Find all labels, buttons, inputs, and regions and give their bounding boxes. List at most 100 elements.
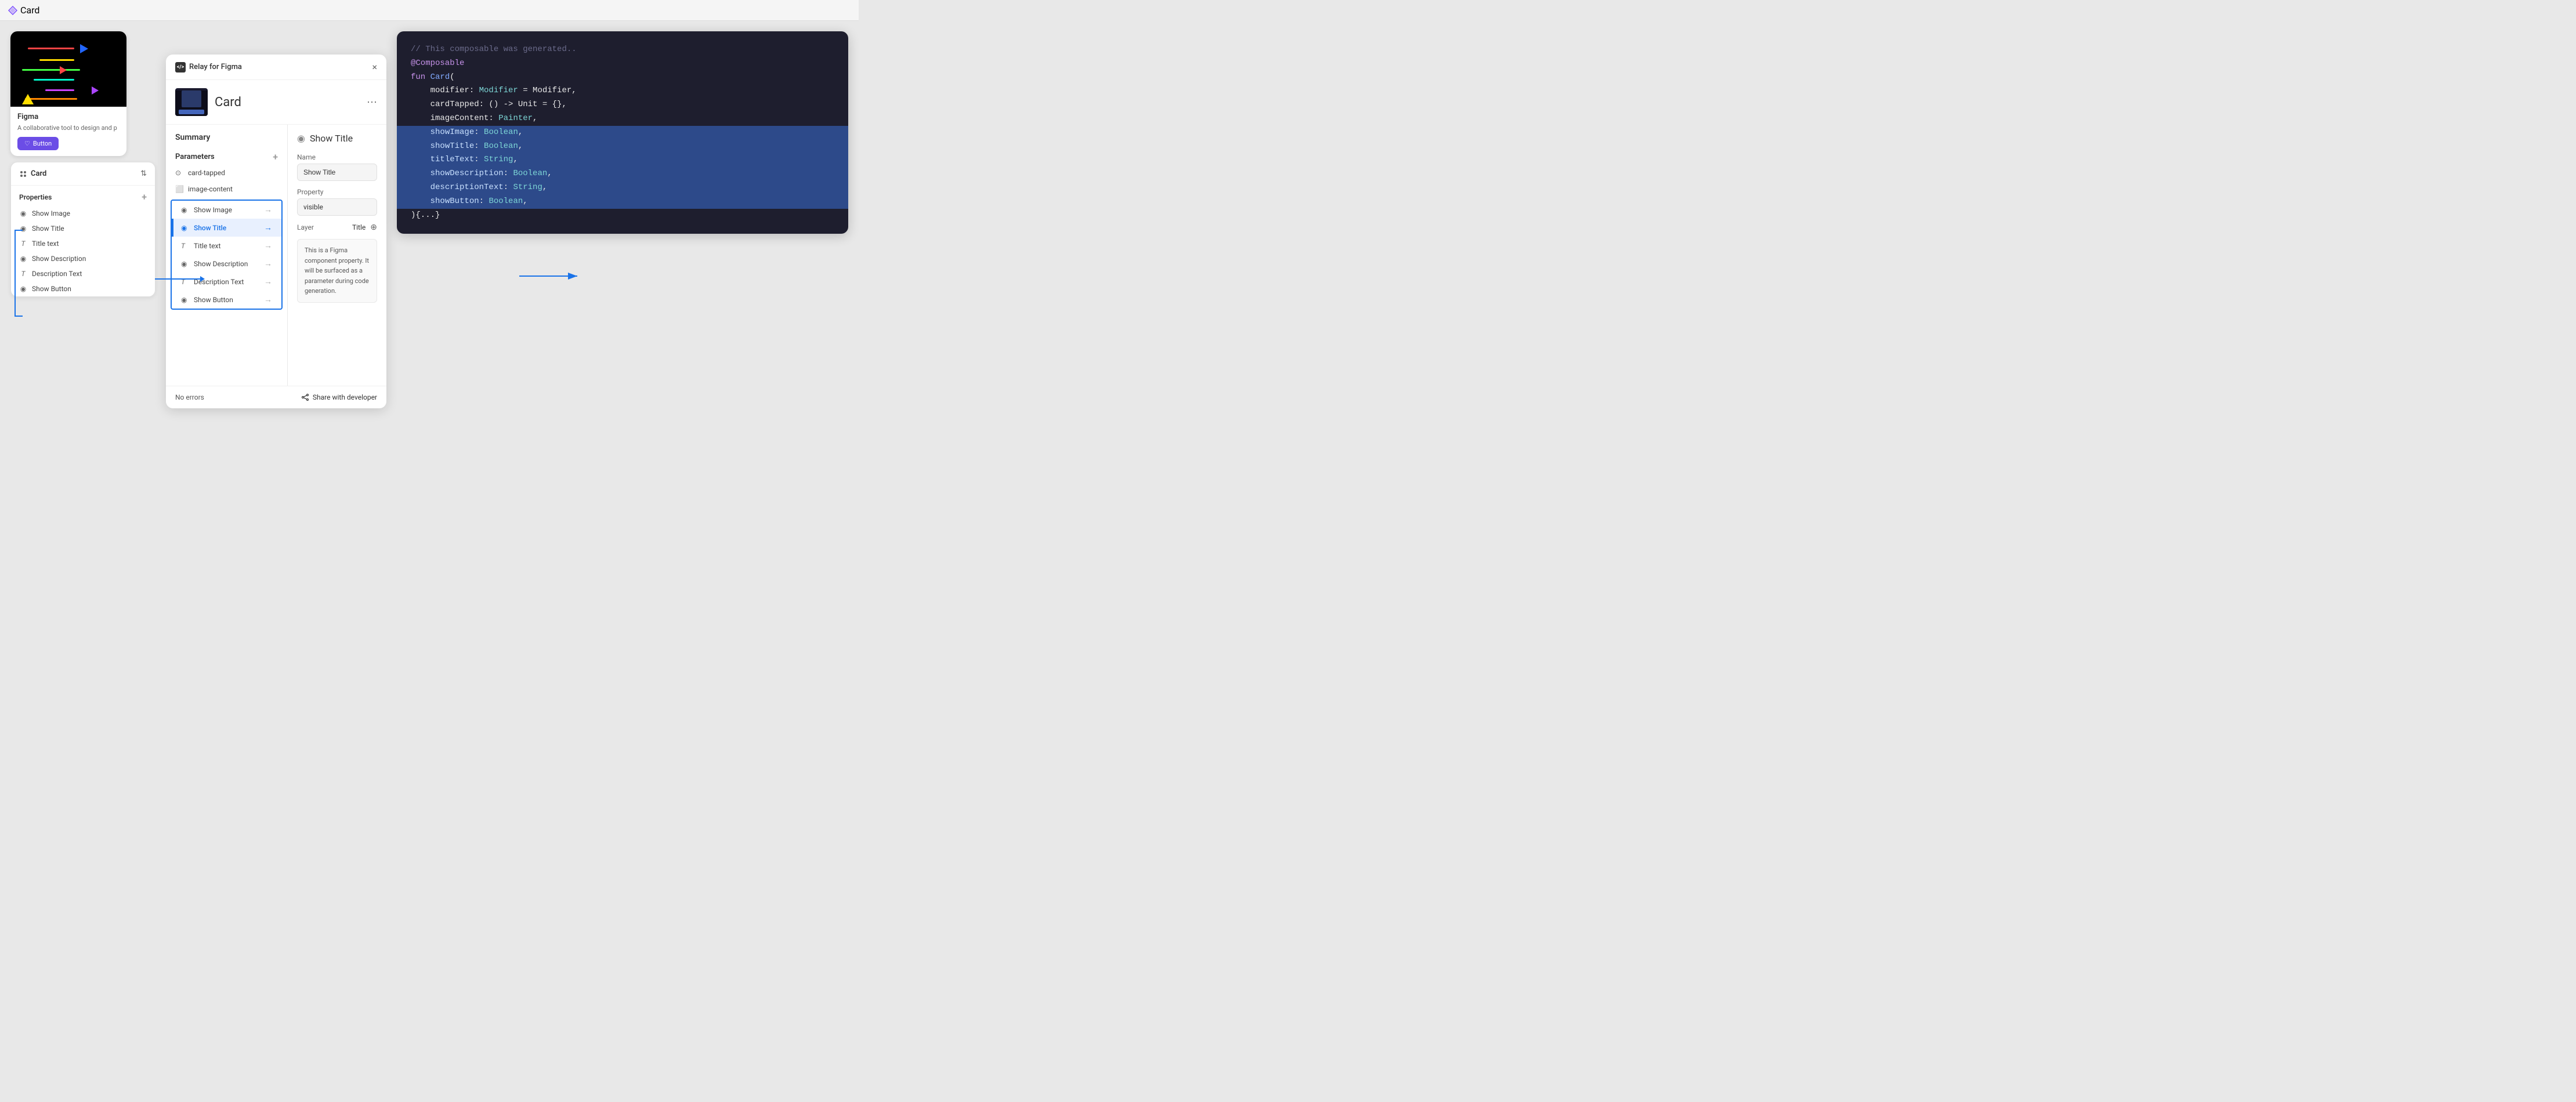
arrow-show-btn: → xyxy=(264,295,272,304)
relay-footer: No errors Share with developer xyxy=(166,386,386,408)
relay-right-title: ◉ Show Title xyxy=(297,133,377,144)
properties-section: Properties + xyxy=(11,186,155,206)
code-line-desctext: descriptionText: String, xyxy=(397,181,848,195)
code-line-imagecontent: imageContent: Painter, xyxy=(411,112,834,126)
prop-show-title[interactable]: ◉ Show Title xyxy=(11,221,155,236)
sort-icon[interactable]: ⇅ xyxy=(140,169,147,178)
blue-bracket xyxy=(15,230,23,317)
share-icon xyxy=(301,393,309,401)
figma-card-name: Figma xyxy=(17,113,120,121)
relay-logo: </> xyxy=(175,62,186,72)
arrow-show-image: → xyxy=(264,205,272,215)
prop-title-text[interactable]: T Title text xyxy=(11,236,155,251)
relay-property-field: Property visible xyxy=(297,188,377,216)
relay-header: </> Relay for Figma × xyxy=(166,55,386,80)
prop-show-image[interactable]: ◉ Show Image xyxy=(11,206,155,221)
eye-icon-show-title: ◉ xyxy=(181,224,189,232)
name-label: Name xyxy=(297,153,377,161)
relay-right-col: ◉ Show Title Name // Will be set by data… xyxy=(288,125,386,386)
add-param-button[interactable]: + xyxy=(273,151,278,162)
panel-title: Card xyxy=(31,169,46,178)
eye-icon-1: ◉ xyxy=(19,209,27,217)
relay-header-left: </> Relay for Figma xyxy=(175,62,242,72)
relay-thumbnail xyxy=(175,88,208,116)
properties-header: Card ⇅ xyxy=(11,162,155,186)
figma-preview-image xyxy=(10,31,126,107)
relay-more-button[interactable]: ⋯ xyxy=(367,96,377,108)
text-icon-title: T xyxy=(181,242,189,250)
layer-value: Title xyxy=(352,223,366,231)
prop-description-text[interactable]: T Description Text xyxy=(11,266,155,281)
relay-blue-outline: ◉ Show Image → ◉ Show Title → T Title te… xyxy=(171,200,283,310)
param-show-button[interactable]: ◉ Show Button → xyxy=(172,291,281,309)
button-label: Button xyxy=(33,140,52,147)
tap-icon: ⊙ xyxy=(175,169,183,177)
relay-right-content: ◉ Show Title Name // Will be set by data… xyxy=(288,125,386,311)
figma-card-info: Figma A collaborative tool to design and… xyxy=(10,107,126,156)
code-line-modifier: modifier: Modifier = Modifier, xyxy=(411,84,834,98)
relay-columns: Summary Parameters + ⊙ card-tapped ⬜ ima… xyxy=(166,125,386,386)
code-line-fun: fun Card( xyxy=(411,71,834,85)
relay-panel: </> Relay for Figma × Card ⋯ S xyxy=(166,55,386,408)
eye-icon-show-desc: ◉ xyxy=(181,260,189,268)
add-property-button[interactable]: + xyxy=(142,191,147,202)
relay-summary-title: Summary xyxy=(166,125,287,147)
name-input[interactable] xyxy=(297,164,377,181)
share-label: Share with developer xyxy=(313,393,377,401)
property-label: Property xyxy=(297,188,377,196)
code-comment: // This composable was generated.. xyxy=(411,43,834,57)
relay-parameters-header: Parameters + xyxy=(166,147,287,165)
relay-card-name: Card xyxy=(215,95,241,110)
app-title: Card xyxy=(20,5,39,16)
layer-label: Layer xyxy=(297,223,314,231)
prop-show-description[interactable]: ◉ Show Description xyxy=(11,251,155,266)
relay-title: Relay for Figma xyxy=(189,63,242,71)
arrow-show-desc: → xyxy=(264,259,272,269)
param-image-content[interactable]: ⬜ image-content xyxy=(166,181,287,197)
relay-card-header: Card ⋯ xyxy=(166,80,386,125)
code-line-decorator: @Composable xyxy=(411,57,834,71)
image-icon: ⬜ xyxy=(175,185,183,193)
code-line-showbutton: showButton: Boolean, xyxy=(397,195,848,209)
relay-layer-row: Layer Title ⊕ xyxy=(297,223,377,232)
param-show-title[interactable]: ◉ Show Title → xyxy=(172,219,281,237)
diamond-icon xyxy=(8,6,17,15)
param-card-tapped[interactable]: ⊙ card-tapped xyxy=(166,165,287,181)
code-panel: // This composable was generated.. @Comp… xyxy=(397,31,848,234)
param-description-text[interactable]: T Description Text → xyxy=(172,273,281,291)
relay-close-button[interactable]: × xyxy=(372,61,377,72)
relay-left-col: Summary Parameters + ⊙ card-tapped ⬜ ima… xyxy=(166,125,288,386)
figma-card-button[interactable]: ♡ Button xyxy=(17,137,59,150)
properties-list: ◉ Show Image ◉ Show Title T Title text ◉… xyxy=(11,206,155,296)
relay-description-box: This is a Figma component property. It w… xyxy=(297,239,377,303)
properties-panel: Card ⇅ Properties + ◉ Show Image ◉ Show … xyxy=(10,162,155,297)
prop-show-button[interactable]: ◉ Show Button xyxy=(11,281,155,296)
arrow-show-title: → xyxy=(264,223,272,233)
share-button[interactable]: Share with developer xyxy=(301,393,377,401)
figma-preview-card: Figma A collaborative tool to design and… xyxy=(10,31,126,156)
code-content: // This composable was generated.. @Comp… xyxy=(397,31,848,234)
top-bar: Card xyxy=(0,0,859,21)
no-errors-label: No errors xyxy=(175,393,204,401)
param-show-description[interactable]: ◉ Show Description → xyxy=(172,255,281,273)
arrow-desc-text: → xyxy=(264,277,272,287)
code-line-showtitle: showTitle: Boolean, xyxy=(397,140,848,154)
relay-name-field: Name // Will be set by data-bind post-lo… xyxy=(297,153,377,181)
properties-header-left: Card xyxy=(19,169,46,178)
four-dots-icon xyxy=(19,170,27,178)
relay-to-code-arrow xyxy=(519,270,589,293)
target-icon[interactable]: ⊕ xyxy=(370,223,377,232)
relay-card-left: Card xyxy=(175,88,241,116)
param-title-text[interactable]: T Title text → xyxy=(172,237,281,255)
property-value: visible xyxy=(297,198,377,216)
eye-icon-show-image: ◉ xyxy=(181,206,189,214)
eye-icon-show-btn: ◉ xyxy=(181,296,189,304)
properties-to-relay-arrow xyxy=(155,278,201,280)
code-line-showimage: showImage: Boolean, xyxy=(397,126,848,140)
figma-card-desc: A collaborative tool to design and p xyxy=(17,124,120,132)
layer-right: Title ⊕ xyxy=(352,223,377,232)
arrow-title-text: → xyxy=(264,241,272,251)
heart-icon: ♡ xyxy=(24,140,30,147)
code-line-showdesc: showDescription: Boolean, xyxy=(397,167,848,181)
param-show-image[interactable]: ◉ Show Image → xyxy=(172,201,281,219)
